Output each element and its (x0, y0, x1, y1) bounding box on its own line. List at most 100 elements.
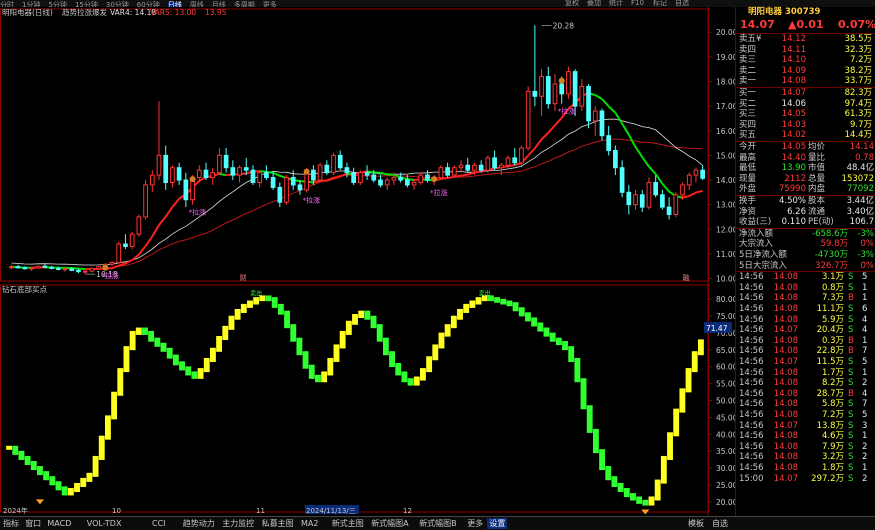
oscillator-bar (506, 301, 512, 307)
price-header: 14.07▲0.010.07% (738, 19, 874, 30)
oscillator-bar (290, 324, 296, 342)
stat-value: 14.14 (832, 142, 874, 153)
oscillator-bar (229, 316, 235, 330)
oscillator-bar (599, 449, 605, 470)
tick-side: S (848, 357, 853, 368)
tick-row-14: 14:5614.0713.8万S3 (738, 421, 874, 432)
oscillator-bar (513, 302, 519, 311)
candle-body (620, 168, 624, 193)
bottom-right-button-0[interactable]: 模板 (686, 518, 706, 529)
oscillator-bar (191, 371, 197, 378)
indicator-tab-3[interactable]: VOL-TDX (85, 518, 124, 529)
oscillator-bar (130, 331, 136, 350)
oscillator-bar (6, 446, 12, 450)
toolbar-button-1[interactable]: 叠加 (587, 0, 601, 7)
candle-body (439, 168, 443, 178)
candle-body (312, 170, 316, 180)
stat-value: 0.110 (766, 217, 806, 228)
indicator-tab-11[interactable]: 新式幅图B (417, 518, 459, 529)
candle-body (600, 111, 604, 136)
stat-label: 外盘 (739, 184, 756, 195)
toolbar-button-3[interactable]: F10 (631, 0, 644, 7)
toolbar-button-0[interactable]: 复权 (565, 0, 579, 7)
bid-volume: 97.4万 (818, 99, 872, 110)
oscillator-bar (62, 486, 68, 495)
bid-label: 买四 (739, 120, 756, 131)
tick-price: 14.07 (764, 474, 798, 485)
indicator-tab-12[interactable]: 更多 (465, 518, 485, 529)
tick-time: 14:56 (739, 463, 764, 474)
oscillator-bar (266, 295, 272, 301)
tick-price: 14.08 (764, 399, 798, 410)
tick-volume: 13.8万 (800, 421, 844, 432)
indicator-tab-6[interactable]: 主力监控 (220, 518, 256, 529)
oscillator-bar (142, 328, 148, 335)
marker-label-1: *拉涨 (189, 208, 207, 217)
chart-area[interactable]: 明阳电器(日线)趋势拉涨爆发VAR4: 14.18VAR5: 13.0013.9… (0, 7, 735, 516)
chart-svg[interactable]: 明阳电器(日线)趋势拉涨爆发VAR4: 14.18VAR5: 13.0013.9… (0, 7, 735, 516)
candle-body (130, 234, 134, 246)
tick-count: 1 (862, 283, 867, 294)
oscillator-bar (593, 429, 599, 453)
candle-body (43, 266, 47, 267)
indicator-tab-10[interactable]: 新式幅图A (369, 518, 410, 529)
tick-volume: 3.1万 (800, 272, 844, 283)
oscillator-bar (364, 311, 370, 320)
stat-label: 市值 (808, 163, 825, 174)
candle-body (359, 173, 363, 183)
tick-side: B (848, 293, 854, 304)
stat2-row-1: 净资6.26流通3.40亿 (738, 207, 874, 218)
oscillator-bar (185, 366, 191, 375)
oscillator-bar (99, 436, 105, 460)
toolbar-button-4[interactable]: 标记 (653, 0, 667, 7)
candle-body (466, 165, 470, 170)
oscillator-bar (661, 456, 667, 484)
tick-volume: 297.2万 (800, 474, 844, 485)
oscillator-bar (537, 322, 543, 331)
flow-amount: -658.6万 (798, 229, 848, 240)
stat-value: 2112 (766, 174, 806, 185)
indicator-tab-7[interactable]: 私募主图 (260, 518, 296, 529)
tick-time: 15:00 (739, 474, 764, 485)
oscillator-bar (408, 378, 414, 385)
tick-volume: 0.3万 (800, 336, 844, 347)
stat-label: 均价 (808, 142, 825, 153)
stat-label: 最高 (739, 153, 756, 164)
main-chart-title: 明阳电器(日线) (2, 7, 53, 17)
indicator-tab-2[interactable]: MACD (45, 518, 73, 529)
candle-body (674, 195, 678, 215)
bottom-right-button-1[interactable]: 自选 (710, 518, 730, 529)
toolbar-button-5[interactable]: 自选 (675, 0, 689, 7)
bid-volume: 61.3万 (818, 109, 872, 120)
current-price: 14.07 (740, 19, 775, 30)
trend-line-segment (454, 176, 461, 177)
indicator-tab-8[interactable]: MA2 (299, 518, 320, 529)
indicator-tab-13[interactable]: 设置 (487, 518, 507, 529)
candle-body (681, 185, 685, 195)
flow-label: 5日大宗流入 (739, 261, 787, 272)
oscillator-bar (581, 378, 587, 409)
indicator-tab-9[interactable]: 新式主图 (330, 518, 366, 529)
ask-label: 卖二 (739, 66, 756, 77)
indicator-tab-1[interactable]: 窗口 (23, 518, 43, 529)
price-tick-label: 11.00 (716, 250, 735, 259)
candle-body (567, 72, 571, 94)
oscillator-bar (562, 341, 568, 350)
tick-row-17: 14:5614.083.2万S2 (738, 452, 874, 463)
trend-line-segment (448, 177, 455, 178)
x-axis-label-3: 2024/11/13/三 (306, 507, 356, 515)
oscillator-bar (451, 316, 457, 328)
price-tick-label: 15.00 (716, 151, 735, 160)
indicator-tab-4[interactable]: CCI (150, 518, 168, 529)
tick-side: S (848, 399, 853, 410)
tick-side: S (848, 421, 853, 432)
candle-body (16, 267, 20, 268)
candle-body (419, 175, 423, 182)
indicator-tab-0[interactable]: 指标 (1, 518, 21, 529)
flow-row-2: 5日净流入额-4730万-3% (738, 250, 874, 261)
tick-side: B (848, 346, 854, 357)
indicator-tab-5[interactable]: 趋势动力 (181, 518, 217, 529)
oscillator-bar (426, 356, 432, 372)
toolbar-button-2[interactable]: 统计 (609, 0, 623, 7)
money-bag-icon (304, 169, 310, 175)
